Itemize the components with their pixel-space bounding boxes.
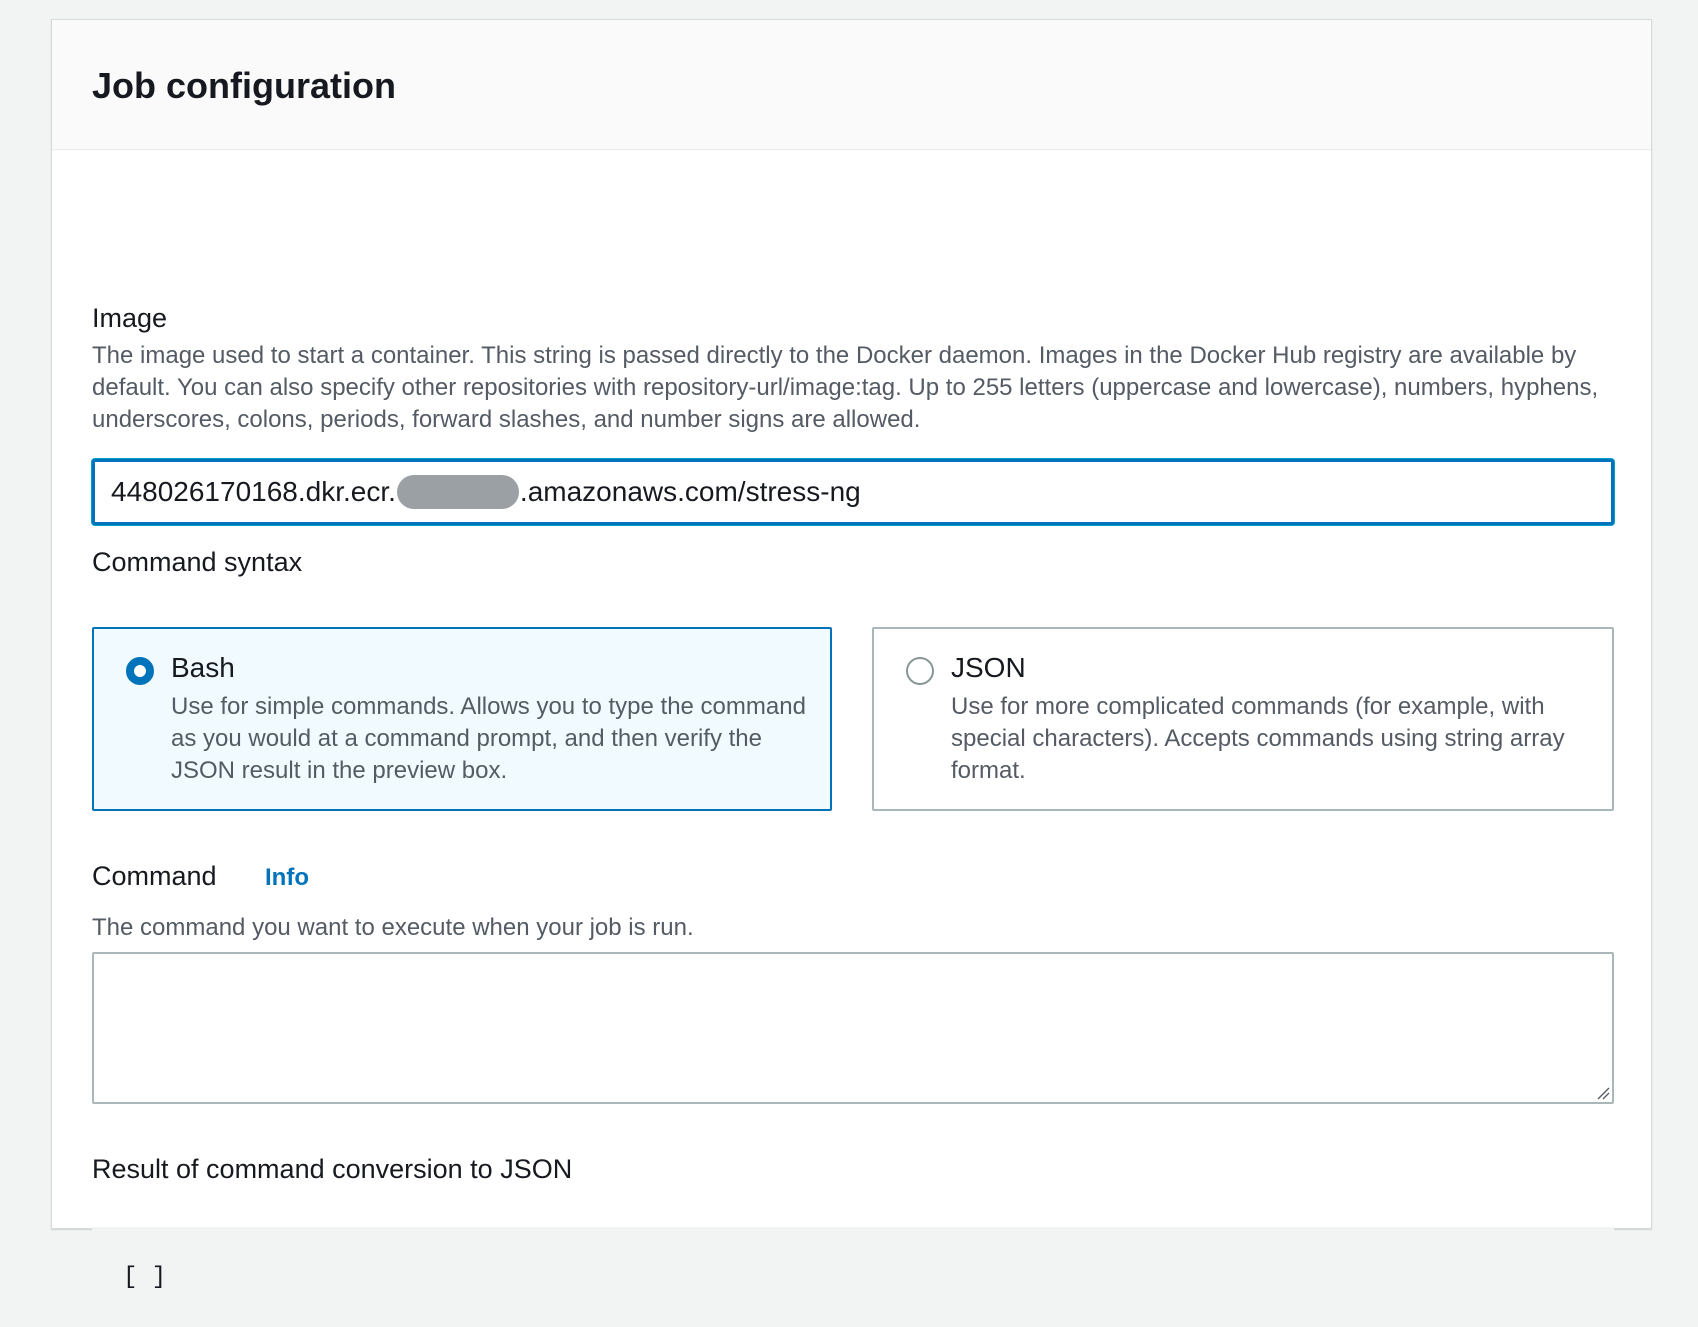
image-label: Image [92, 303, 168, 333]
image-input[interactable]: 448026170168.dkr.ecr. .amazonaws.com/stre… [92, 459, 1614, 525]
resize-grip-icon[interactable] [1596, 1086, 1610, 1100]
command-label: Command [92, 861, 217, 891]
command-textarea[interactable] [92, 952, 1614, 1104]
bash-option-description: Use for simple commands. Allows you to t… [171, 693, 806, 784]
command-syntax-label: Command syntax [92, 547, 303, 577]
bash-radio-button[interactable] [126, 657, 154, 685]
image-value-prefix: 448026170168.dkr.ecr. [111, 476, 396, 507]
result-label: Result of command conversion to JSON [92, 1154, 573, 1184]
job-configuration-panel: Job configuration Image The image used t… [51, 19, 1652, 1327]
json-radio-button[interactable] [906, 657, 934, 685]
image-value-suffix: .amazonaws.com/stress-ng [519, 476, 861, 507]
redacted-region [396, 475, 519, 509]
json-preview-value: [ ] [123, 1263, 167, 1291]
json-option-title: JSON [951, 652, 1026, 683]
bash-option-title: Bash [171, 652, 235, 683]
panel-header: Job configuration [52, 20, 1651, 150]
command-info-link[interactable]: Info [265, 864, 309, 892]
image-description: The image used to start a container. Thi… [92, 342, 1599, 433]
command-description: The command you want to execute when you… [92, 914, 694, 941]
syntax-option-json[interactable]: JSON Use for more complicated commands (… [872, 627, 1614, 811]
json-preview-box: [ ] [92, 1227, 1614, 1327]
syntax-option-bash[interactable]: Bash Use for simple commands. Allows you… [92, 627, 832, 811]
panel-title: Job configuration [92, 64, 396, 106]
json-option-description: Use for more complicated commands (for e… [951, 693, 1565, 784]
